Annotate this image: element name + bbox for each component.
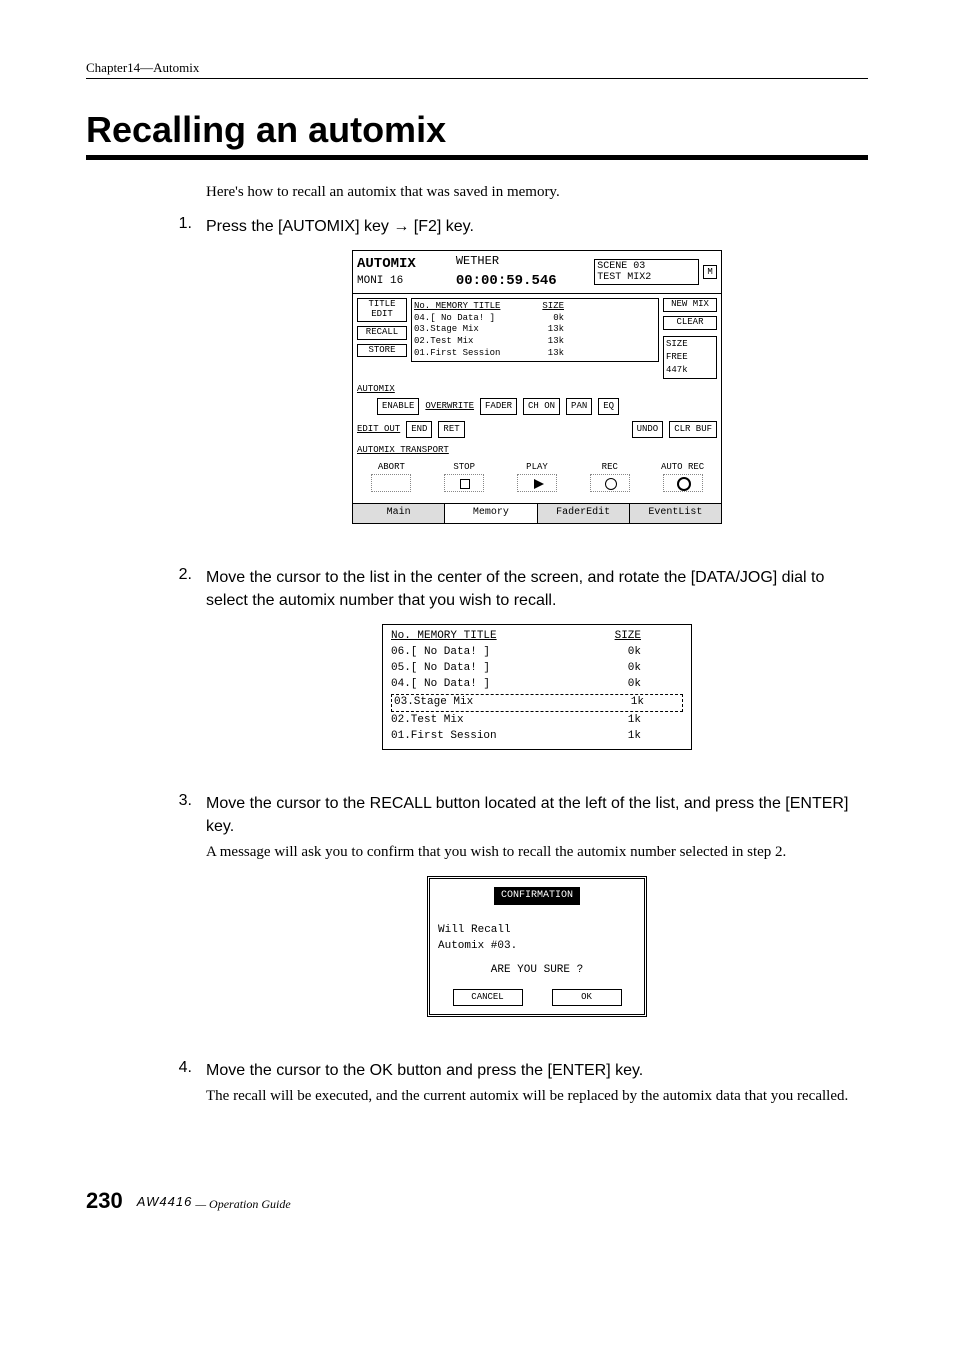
- list-hdr-title: No. MEMORY TITLE: [414, 301, 534, 313]
- step-command: Move the cursor to the list in the cente…: [206, 566, 868, 612]
- clrbuf-button[interactable]: CLR BUF: [669, 421, 717, 438]
- memory-list[interactable]: No. MEMORY TITLESIZE 04.[ No Data! ]0k 0…: [411, 298, 659, 362]
- end-button[interactable]: END: [406, 421, 432, 438]
- step-command: Press the [AUTOMIX] key → [F2] key.: [206, 215, 868, 238]
- page-title: Recalling an automix: [86, 109, 868, 160]
- list-item-selected[interactable]: 03.Stage Mix: [394, 695, 594, 711]
- recall-button[interactable]: RECALL: [357, 326, 407, 340]
- list-item-size: 0k: [591, 677, 641, 693]
- step-command: Move the cursor to the OK button and pre…: [206, 1059, 868, 1082]
- pan-button[interactable]: PAN: [566, 398, 592, 415]
- step-subtext: A message will ask you to confirm that y…: [206, 842, 868, 864]
- new-mix-button[interactable]: NEW MIX: [663, 298, 717, 312]
- lcd-moni-label: MONI 16: [357, 274, 456, 290]
- autorec-label: AUTO REC: [655, 461, 711, 474]
- lcd-tc-label: WETHER: [456, 253, 594, 270]
- play-label: PLAY: [509, 461, 565, 474]
- automix-sec-label: AUTOMIX: [357, 383, 717, 396]
- tab-main[interactable]: Main: [353, 504, 445, 523]
- eq-button[interactable]: EQ: [598, 398, 619, 415]
- product-model: AW4416: [137, 1194, 193, 1209]
- cancel-button[interactable]: CANCEL: [453, 989, 523, 1006]
- lcd-main-screenshot: AUTOMIX MONI 16 WETHER 00:00:59.546 SCEN…: [352, 250, 722, 523]
- list-item-size: 1k: [591, 713, 641, 729]
- list-item-size: 0k: [591, 661, 641, 677]
- lcd-timecode: 00:00:59.546: [456, 271, 594, 291]
- list-item: 02.Test Mix: [391, 713, 591, 729]
- enable-button[interactable]: ENABLE: [377, 398, 419, 415]
- store-button[interactable]: STORE: [357, 344, 407, 358]
- stop-label: STOP: [436, 461, 492, 474]
- dialog-line: Automix #03.: [438, 939, 636, 955]
- list-item: 01.First Session: [414, 348, 534, 360]
- step-number: 3.: [86, 792, 206, 1041]
- abort-label: ABORT: [363, 461, 419, 474]
- page-footer: 230 AW4416 — Operation Guide: [86, 1188, 868, 1214]
- autorec-icon[interactable]: [663, 474, 703, 492]
- list-item: 02.Test Mix: [414, 336, 534, 348]
- clear-button[interactable]: CLEAR: [663, 316, 717, 330]
- step-command: Move the cursor to the RECALL button loc…: [206, 792, 868, 838]
- lcd-section-label: AUTOMIX: [357, 254, 456, 274]
- lcd-confirm-dialog: CONFIRMATION Will Recall Automix #03. AR…: [427, 876, 647, 1017]
- size-label: SIZE: [666, 339, 688, 349]
- free-size: FREE 447k: [666, 352, 688, 375]
- stop-icon[interactable]: [444, 474, 484, 492]
- abort-icon[interactable]: [371, 474, 411, 492]
- list-item: 01.First Session: [391, 729, 591, 745]
- step-number: 4.: [86, 1059, 206, 1108]
- list-item: 04.[ No Data! ]: [414, 313, 534, 325]
- ok-button[interactable]: OK: [552, 989, 622, 1006]
- list-item-size: 0k: [591, 645, 641, 661]
- list-item: 03.Stage Mix: [414, 324, 534, 336]
- editout-label: EDIT OUT: [357, 423, 400, 436]
- title-edit-button[interactable]: TITLE EDIT: [357, 298, 407, 322]
- list-item-size: 13k: [534, 324, 564, 336]
- list-hdr-title: No. MEMORY TITLE: [391, 629, 581, 645]
- chon-button[interactable]: CH ON: [523, 398, 560, 415]
- overwrite-label: OVERWRITE: [425, 400, 474, 413]
- tab-memory[interactable]: Memory: [445, 504, 537, 523]
- dialog-line: Will Recall: [438, 923, 636, 939]
- list-item-size: 13k: [534, 336, 564, 348]
- step-number: 2.: [86, 566, 206, 774]
- list-item-size: 0k: [534, 313, 564, 325]
- lcd-list-closeup: No. MEMORY TITLESIZE 06.[ No Data! ]0k 0…: [382, 624, 692, 750]
- step-subtext: The recall will be executed, and the cur…: [206, 1086, 868, 1108]
- transport-label: AUTOMIX TRANSPORT: [357, 444, 717, 457]
- guide-label: — Operation Guide: [192, 1197, 290, 1211]
- list-item-size: 13k: [534, 348, 564, 360]
- list-item-size: 1k: [594, 695, 644, 711]
- dialog-title: CONFIRMATION: [494, 887, 580, 906]
- tab-eventlist[interactable]: EventList: [630, 504, 721, 523]
- list-item: 04.[ No Data! ]: [391, 677, 591, 693]
- ret-button[interactable]: RET: [438, 421, 464, 438]
- fader-button[interactable]: FADER: [480, 398, 517, 415]
- scene-label: SCENE: [597, 261, 627, 272]
- page-number: 230: [86, 1188, 123, 1214]
- intro-text: Here's how to recall an automix that was…: [206, 184, 868, 201]
- list-hdr-size: SIZE: [581, 629, 641, 645]
- undo-button[interactable]: UNDO: [632, 421, 664, 438]
- step-number: 1.: [86, 215, 206, 548]
- list-item: 05.[ No Data! ]: [391, 661, 591, 677]
- tab-faderedit[interactable]: FaderEdit: [538, 504, 630, 523]
- scene-name: TEST MIX2: [597, 272, 651, 283]
- scene-number: 03: [633, 261, 645, 272]
- chapter-header: Chapter14—Automix: [86, 60, 868, 79]
- rec-label: REC: [582, 461, 638, 474]
- list-item: 06.[ No Data! ]: [391, 645, 591, 661]
- list-item-size: 1k: [591, 729, 641, 745]
- dialog-question: ARE YOU SURE ?: [438, 963, 636, 979]
- list-hdr-size: SIZE: [534, 301, 564, 313]
- play-icon[interactable]: [517, 474, 557, 492]
- rec-icon[interactable]: [590, 474, 630, 492]
- m-indicator: M: [703, 265, 717, 279]
